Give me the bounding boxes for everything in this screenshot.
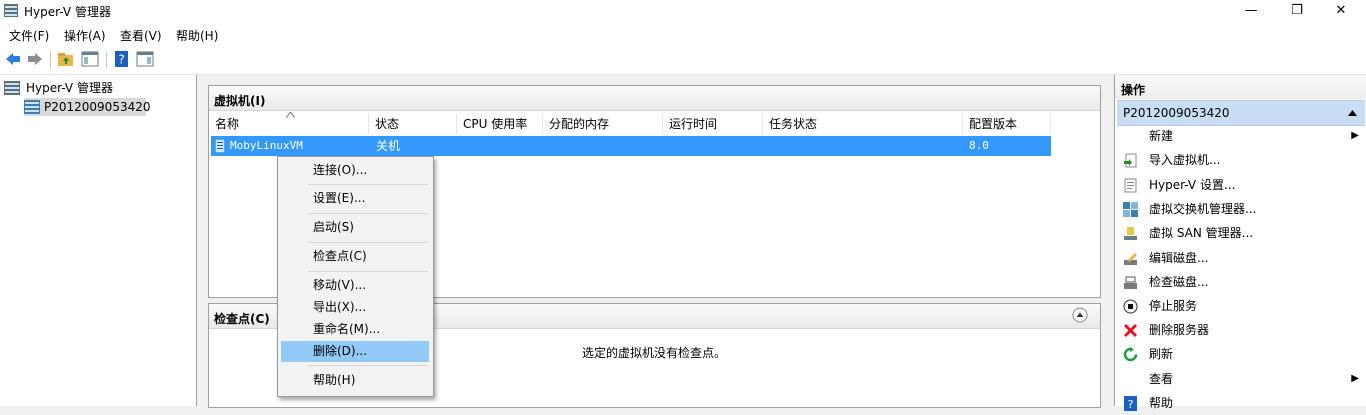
- toolbar-separator: [50, 51, 51, 69]
- hyperv-app-icon: [4, 4, 18, 17]
- menu-file[interactable]: 文件(F): [9, 27, 49, 44]
- action-import-vm[interactable]: 导入虚拟机...: [1117, 148, 1365, 172]
- actions-group-label: P2012009053420: [1123, 106, 1230, 120]
- context-menu-export[interactable]: 导出(X)...: [281, 297, 429, 318]
- table-row[interactable]: MobyLinuxVM 关机 8.0: [211, 136, 1051, 156]
- menu-bar: 文件(F) 操作(A) 查看(V) 帮助(H): [0, 22, 1366, 44]
- action-hyperv-settings[interactable]: Hyper-V 设置...: [1117, 173, 1365, 197]
- settings-document-icon: [1124, 178, 1137, 193]
- vm-icon: [215, 139, 225, 153]
- checkpoint-panel-title: 检查点(C): [214, 312, 270, 326]
- action-refresh[interactable]: 刷新: [1117, 342, 1365, 366]
- menu-help[interactable]: 帮助(H): [176, 27, 218, 44]
- context-menu-start[interactable]: 启动(S): [281, 217, 429, 238]
- action-view[interactable]: 查看 ▶: [1117, 367, 1365, 391]
- server-icon: [24, 100, 40, 114]
- column-memory[interactable]: 分配的内存: [543, 114, 663, 134]
- sort-ascending-icon: [286, 112, 295, 118]
- column-cpu[interactable]: CPU 使用率: [457, 114, 543, 134]
- svg-text:?: ?: [118, 53, 124, 67]
- menu-separator: [308, 365, 428, 366]
- up-folder-icon[interactable]: [57, 50, 75, 68]
- edit-disk-icon: [1124, 253, 1137, 265]
- action-virtual-san-manager[interactable]: 虚拟 SAN 管理器...: [1117, 221, 1365, 245]
- title-bar: Hyper-V 管理器 — ❐ ✕: [0, 0, 1366, 22]
- action-help[interactable]: ? 帮助: [1117, 391, 1365, 415]
- svg-text:?: ?: [1128, 398, 1134, 411]
- window-title: Hyper-V 管理器: [24, 5, 111, 19]
- tree-item-server[interactable]: P2012009053420: [24, 98, 151, 116]
- context-menu-help[interactable]: 帮助(H): [281, 370, 429, 391]
- tree-root-label: Hyper-V 管理器: [26, 81, 113, 95]
- hyperv-manager-icon: [4, 81, 20, 95]
- column-uptime[interactable]: 运行时间: [663, 114, 763, 134]
- menu-separator: [308, 213, 428, 214]
- virtual-san-icon: [1124, 227, 1137, 240]
- action-stop-service[interactable]: 停止服务: [1117, 294, 1365, 318]
- vm-panel-title: 虚拟机(I): [214, 94, 266, 108]
- actions-pane: 操作 P2012009053420 新建 ▶ 导入虚拟机... Hyper-V …: [1114, 75, 1366, 411]
- menu-view[interactable]: 查看(V): [120, 27, 162, 44]
- close-button[interactable]: ✕: [1318, 0, 1364, 22]
- column-task-status[interactable]: 任务状态: [763, 114, 963, 134]
- column-state[interactable]: 状态: [369, 114, 457, 134]
- tree-server-label: P2012009053420: [44, 100, 151, 114]
- menu-action[interactable]: 操作(A): [64, 27, 106, 44]
- action-edit-disk[interactable]: 编辑磁盘...: [1117, 246, 1365, 270]
- back-arrow-icon[interactable]: [4, 50, 22, 68]
- vm-state-cell: 关机: [376, 139, 401, 153]
- context-menu-move[interactable]: 移动(V)...: [281, 275, 429, 296]
- vm-context-menu: 连接(O)... 设置(E)... 启动(S) 检查点(C) 移动(V)... …: [277, 156, 434, 397]
- no-checkpoint-message: 选定的虚拟机没有检查点。: [582, 346, 727, 360]
- vm-panel-header: 虚拟机(I): [209, 86, 1100, 111]
- collapse-triangle-icon: [1348, 110, 1357, 116]
- minimize-button[interactable]: —: [1228, 0, 1274, 22]
- inspect-disk-icon: [1124, 276, 1137, 289]
- context-menu-rename[interactable]: 重命名(M)...: [281, 319, 429, 340]
- context-menu-settings[interactable]: 设置(E)...: [281, 188, 429, 209]
- help-icon: ?: [1124, 396, 1137, 411]
- forward-arrow-icon[interactable]: [26, 50, 44, 68]
- context-menu-connect[interactable]: 连接(O)...: [281, 160, 429, 181]
- vm-version-cell: 8.0: [969, 139, 989, 152]
- toolbar-separator: [106, 51, 107, 69]
- submenu-arrow-icon: ▶: [1351, 130, 1359, 141]
- toolbar: ?: [0, 44, 1366, 75]
- refresh-icon: [1123, 347, 1138, 362]
- action-virtual-switch-manager[interactable]: 虚拟交换机管理器...: [1117, 197, 1365, 221]
- virtual-switch-icon: [1123, 202, 1138, 217]
- menu-separator: [308, 242, 428, 243]
- action-inspect-disk[interactable]: 检查磁盘...: [1117, 270, 1365, 294]
- column-config-version[interactable]: 配置版本: [963, 114, 1051, 134]
- show-hide-console-tree-icon[interactable]: [81, 50, 99, 68]
- collapse-panel-icon[interactable]: [1072, 307, 1088, 323]
- vm-name-cell: MobyLinuxVM: [230, 139, 303, 152]
- menu-separator: [308, 271, 428, 272]
- submenu-arrow-icon: ▶: [1351, 373, 1359, 384]
- remove-server-icon: [1123, 323, 1138, 338]
- help-icon[interactable]: ?: [113, 50, 131, 68]
- actions-title: 操作: [1121, 83, 1146, 97]
- show-hide-action-pane-icon[interactable]: [136, 50, 154, 68]
- restore-button[interactable]: ❐: [1274, 0, 1320, 22]
- menu-separator: [308, 184, 428, 185]
- actions-group-server[interactable]: P2012009053420: [1117, 100, 1365, 126]
- context-menu-checkpoint[interactable]: 检查点(C): [281, 246, 429, 267]
- import-vm-icon: [1124, 153, 1137, 168]
- vm-column-header-row: 名称 状态 CPU 使用率 分配的内存 运行时间 任务状态 配置版本: [209, 112, 1051, 134]
- actions-header: 操作: [1115, 75, 1366, 99]
- action-new[interactable]: 新建 ▶: [1117, 124, 1365, 148]
- context-menu-delete[interactable]: 删除(D)...: [281, 341, 429, 362]
- stop-service-icon: [1123, 299, 1138, 314]
- action-remove-server[interactable]: 删除服务器: [1117, 318, 1365, 342]
- console-tree: Hyper-V 管理器 P2012009053420: [0, 75, 197, 406]
